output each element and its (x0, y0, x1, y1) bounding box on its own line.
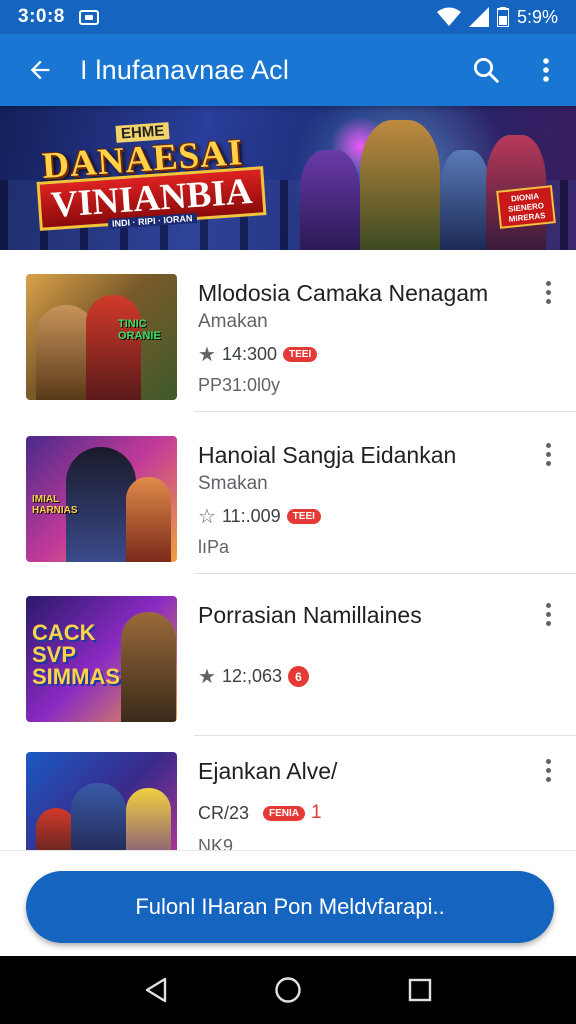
thumb-caption: IMIAL HARNIAS (32, 494, 78, 516)
more-vert-icon (545, 620, 551, 626)
nav-home-icon (275, 977, 301, 1003)
status-time: 3:0:8 (18, 6, 65, 27)
app-thumbnail (26, 752, 177, 850)
more-vert-icon (545, 451, 551, 457)
app-thumbnail: CACK SVP SIMMAS (26, 596, 177, 722)
content-rating-badge: TEEI (286, 509, 321, 524)
app-bar: I lnufanavnae Acl (0, 34, 576, 106)
badge-count: 1 (311, 802, 322, 823)
featured-banner[interactable]: EHME DANAESAI VINIANBIA INDI · RIPI · IO… (0, 106, 576, 250)
app-rating: ★ 12:,063 6 (198, 664, 309, 689)
app-size: lıPa (198, 537, 230, 557)
app-rating: CR/23 FENIA 1 (198, 802, 322, 824)
more-vert-icon (543, 58, 549, 82)
app-name: Porrasian Namillaines (198, 602, 422, 628)
more-vert-icon (545, 280, 551, 286)
wifi-icon (436, 7, 461, 26)
thumb-character (36, 808, 76, 850)
more-vert-icon (545, 289, 551, 295)
battery-icon (496, 7, 509, 27)
thumb-character (126, 477, 171, 562)
list-item[interactable]: CACK SVP SIMMAS Porrasian Namillaines ★ … (0, 574, 576, 736)
app-developer: Amakan (198, 311, 268, 332)
more-vert-icon (545, 776, 551, 782)
search-icon (474, 58, 499, 83)
nav-recents-button[interactable] (390, 960, 450, 1020)
more-vert-icon (545, 767, 551, 773)
rating-value: 14:300 (221, 344, 277, 364)
thumb-caption: TINIC ORANIE (118, 318, 161, 342)
item-more-button[interactable] (538, 439, 558, 469)
banner-hero-3 (440, 150, 490, 250)
more-vert-icon (545, 298, 551, 304)
app-name: Hanoial Sangja Eidankan (198, 442, 457, 468)
thumb-character (126, 788, 171, 850)
banner-badge: DIONIA SIENERO MIRERAS (496, 185, 556, 229)
more-vert-icon (545, 758, 551, 764)
app-thumbnail: TINIC ORANIE (26, 274, 177, 400)
more-vert-icon (545, 602, 551, 608)
content-rating-badge: TEEI (283, 347, 318, 362)
app-list: TINIC ORANIE Mlodosia Camaka Nenagam Ama… (0, 250, 576, 850)
thumb-character (71, 783, 126, 850)
status-bar: 3:0:8 5:9% (0, 0, 576, 34)
back-button[interactable] (0, 34, 80, 106)
list-item[interactable]: IMIAL HARNIAS Hanoial Sangja Eidankan Sm… (0, 412, 576, 574)
rating-value: 11:.009 (221, 506, 281, 526)
more-vert-icon (545, 611, 551, 617)
star-outline-icon: ☆ (198, 506, 216, 528)
status-icons: 5:9% (436, 6, 558, 28)
content-rating-badge: 6 (288, 666, 309, 687)
nav-back-icon (145, 977, 167, 1003)
app-thumbnail: IMIAL HARNIAS (26, 436, 177, 562)
bottom-action-area: Fulonl IHaran Pon Meldvfarapi.. (0, 850, 576, 956)
more-vert-icon (545, 442, 551, 448)
thumb-character (121, 612, 176, 722)
star-filled-icon: ★ (198, 666, 216, 688)
app-size: NK9 (198, 836, 234, 850)
back-arrow-icon (30, 60, 50, 80)
list-item[interactable]: Ejankan Alve/ CR/23 FENIA 1 NK9 (0, 736, 576, 850)
system-nav-bar (0, 956, 576, 1024)
rating-value: 12:,063 (221, 666, 282, 686)
search-button[interactable] (456, 34, 516, 106)
more-options-button[interactable] (516, 34, 576, 106)
item-more-button[interactable] (538, 599, 558, 629)
banner-hero-2 (360, 120, 440, 250)
app-rating: ★ 14:300 TEEI (198, 342, 318, 367)
app-size: PP31:0l0y (198, 375, 281, 395)
banner-hero-1 (300, 150, 360, 250)
star-filled-icon: ★ (198, 344, 216, 366)
rating-value: CR/23 (198, 802, 250, 823)
battery-percent: 5:9% (516, 6, 558, 27)
item-more-button[interactable] (538, 755, 558, 785)
app-rating: ☆ 11:.009 TEEI (198, 504, 321, 529)
list-item[interactable]: TINIC ORANIE Mlodosia Camaka Nenagam Ama… (0, 250, 576, 412)
nav-back-button[interactable] (126, 960, 186, 1020)
nav-recents-icon (408, 978, 432, 1002)
more-vert-icon (545, 460, 551, 466)
banner-logo: EHME DANAESAI VINIANBIA INDI · RIPI · IO… (36, 122, 267, 231)
app-name: Ejankan Alve/ (198, 758, 338, 784)
thumb-caption: CACK SVP SIMMAS (32, 620, 120, 689)
signal-icon (468, 7, 489, 27)
item-more-button[interactable] (538, 277, 558, 307)
content-rating-badge: FENIA (263, 805, 306, 821)
app-name: Mlodosia Camaka Nenagam (198, 280, 489, 306)
thumb-character (86, 295, 141, 400)
primary-action-button[interactable]: Fulonl IHaran Pon Meldvfarapi.. (26, 871, 554, 943)
page-title: I lnufanavnae Acl (80, 54, 290, 85)
app-developer: Smakan (198, 473, 268, 494)
notification-icon (78, 9, 99, 25)
nav-home-button[interactable] (258, 960, 318, 1020)
